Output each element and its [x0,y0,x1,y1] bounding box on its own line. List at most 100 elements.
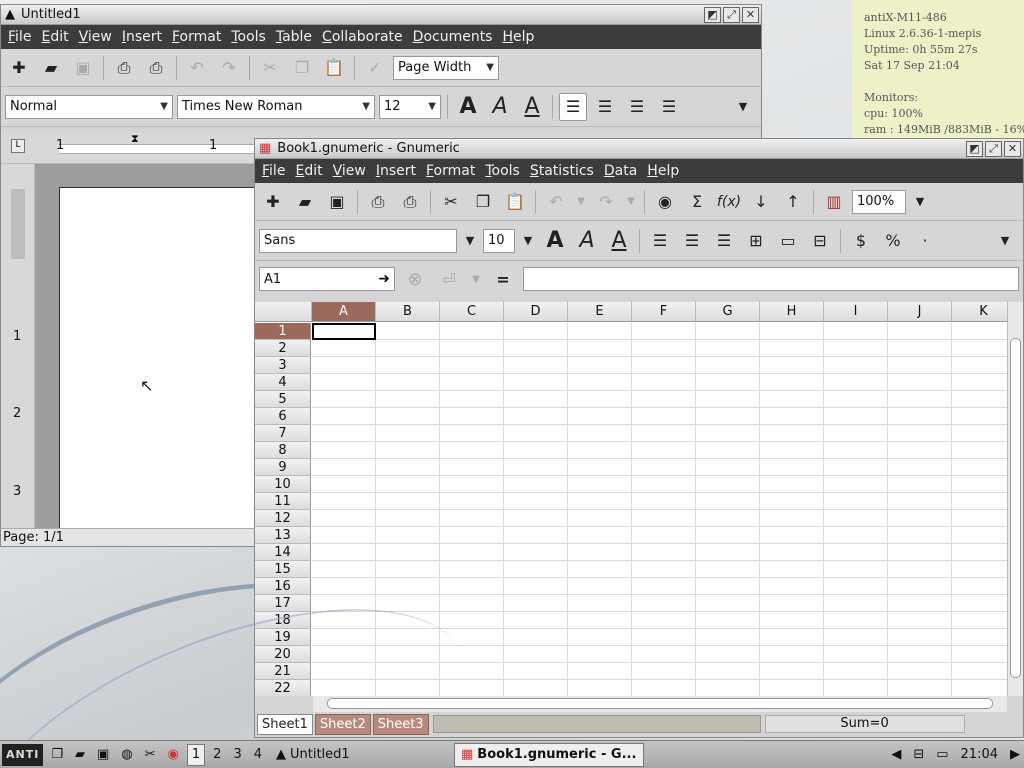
row-header-9[interactable]: 9 [255,459,311,476]
row-header-8[interactable]: 8 [255,442,311,459]
underline-icon[interactable]: A [605,227,633,255]
print-icon[interactable]: ⎙ [364,188,392,216]
open-folder-icon[interactable]: ▰ [291,188,319,216]
align-justify-icon[interactable]: ☰ [655,93,683,121]
copy-icon[interactable]: ❐ [288,54,316,82]
row-header-15[interactable]: 15 [255,561,311,578]
paste-icon[interactable]: 📋 [320,54,348,82]
print-preview-icon[interactable]: ⎙ [110,54,138,82]
tab-sheet1[interactable]: Sheet1 [257,713,313,735]
toolbar-overflow-chevron-icon[interactable]: ▼ [729,93,757,121]
tray-arrow-icon[interactable]: ▶ [1006,744,1024,766]
row-header-17[interactable]: 17 [255,595,311,612]
chevron-down-icon[interactable]: ▼ [461,227,479,255]
size-input[interactable]: 10 [483,228,515,253]
currency-format-icon[interactable]: $ [847,227,875,255]
scroll-thumb[interactable] [327,698,993,709]
row-header-16[interactable]: 16 [255,578,311,595]
display-icon[interactable]: ▭ [932,744,952,766]
menu-statistics[interactable]: Statistics [525,163,599,179]
scroll-thumb[interactable] [1010,338,1021,678]
font-combo[interactable]: Sans [259,228,457,253]
workspace-4[interactable]: 4 [250,744,266,766]
column-header-f[interactable]: F [632,302,696,322]
toolbar-overflow-chevron-icon[interactable]: ▼ [991,227,1019,255]
tools-icon[interactable]: ✂ [141,744,160,766]
column-header-a[interactable]: A [312,302,376,322]
sort-descending-icon[interactable]: ↑ [779,188,807,216]
menu-tools[interactable]: Tools [226,29,271,45]
undo-icon[interactable]: ↶ [183,54,211,82]
row-header-5[interactable]: 5 [255,391,311,408]
shade-button[interactable]: ◩ [704,6,721,23]
tab-stop-icon[interactable]: L [11,139,25,153]
goto-arrow-icon[interactable]: ➜ [378,271,390,287]
network-icon[interactable]: ⊟ [909,744,928,766]
font-combo[interactable]: Times New Roman ▼ [177,94,375,119]
row-header-2[interactable]: 2 [255,340,311,357]
chart-icon[interactable]: ▥ [820,188,848,216]
corner-header[interactable] [255,302,312,322]
column-header-i[interactable]: I [824,302,888,322]
row-header-13[interactable]: 13 [255,527,311,544]
menu-view[interactable]: View [74,29,117,45]
indent-marker-icon[interactable]: ⧗ [131,132,139,146]
spellcheck-icon[interactable]: ✓ [361,54,389,82]
equals-icon[interactable]: = [489,265,517,293]
vertical-ruler[interactable]: 1 2 3 [1,164,35,532]
save-icon[interactable]: ▣ [69,54,97,82]
copy-icon[interactable]: ❐ [469,188,497,216]
menu-view[interactable]: View [328,163,371,179]
new-document-icon[interactable]: ✚ [259,188,287,216]
italic-icon[interactable]: A [486,93,514,121]
print-preview-icon[interactable]: ⎙ [396,188,424,216]
bold-icon[interactable]: A [454,93,482,121]
column-header-j[interactable]: J [888,302,952,322]
menu-data[interactable]: Data [599,163,642,179]
align-center-icon[interactable]: ☰ [678,227,706,255]
workspace-2[interactable]: 2 [209,744,225,766]
media-icon[interactable]: ◉ [164,744,183,766]
function-icon[interactable]: f(x) [715,188,743,216]
hyperlink-globe-icon[interactable]: ◉ [651,188,679,216]
menu-format[interactable]: Format [167,29,226,45]
redo-icon[interactable]: ↷ [592,188,620,216]
new-document-icon[interactable]: ✚ [5,54,33,82]
chevron-down-icon[interactable]: ▼ [574,188,588,216]
formula-input[interactable] [523,267,1019,291]
volume-icon[interactable]: ◀ [887,744,905,766]
column-header-b[interactable]: B [376,302,440,322]
row-header-7[interactable]: 7 [255,425,311,442]
maximize-button[interactable]: ⤢ [723,6,740,23]
column-header-h[interactable]: H [760,302,824,322]
size-combo[interactable]: 12 ▼ [379,94,441,119]
clock[interactable]: 21:04 [957,744,1002,766]
menu-table[interactable]: Table [271,29,317,45]
zoom-input[interactable]: 100% [852,189,906,214]
document-page[interactable]: ↖ [59,187,259,532]
style-combo[interactable]: Normal ▼ [5,94,173,119]
shade-button[interactable]: ◩ [966,140,983,157]
menu-file[interactable]: File [3,29,36,45]
task-writer[interactable]: ▲ Untitled1 [270,743,450,767]
gnumeric-titlebar[interactable]: ▦ Book1.gnumeric - Gnumeric ◩ ⤢ ✕ [255,139,1023,159]
task-gnumeric[interactable]: ▦ Book1.gnumeric - G... [454,742,644,767]
vertical-scrollbar[interactable] [1007,302,1023,696]
column-header-c[interactable]: C [440,302,504,322]
writer-titlebar[interactable]: ▲ Untitled1 ◩ ⤢ ✕ [1,5,761,25]
column-header-k[interactable]: K [952,302,1007,322]
maximize-button[interactable]: ⤢ [985,140,1002,157]
menu-help[interactable]: Help [497,29,539,45]
bold-icon[interactable]: A [541,227,569,255]
cancel-entry-icon[interactable]: ⊗ [401,265,429,293]
align-left-icon[interactable]: ☰ [646,227,674,255]
workspace-1[interactable]: 1 [186,743,206,766]
selected-cell-a1[interactable] [312,323,376,340]
print-icon[interactable]: ⎙ [142,54,170,82]
merge-cells-icon[interactable]: ⊞ [742,227,770,255]
align-right-icon[interactable]: ☰ [623,93,651,121]
paste-icon[interactable]: 📋 [501,188,529,216]
horizontal-scrollbar[interactable] [313,696,1007,712]
menu-insert[interactable]: Insert [117,29,167,45]
percent-format-icon[interactable]: % [879,227,907,255]
